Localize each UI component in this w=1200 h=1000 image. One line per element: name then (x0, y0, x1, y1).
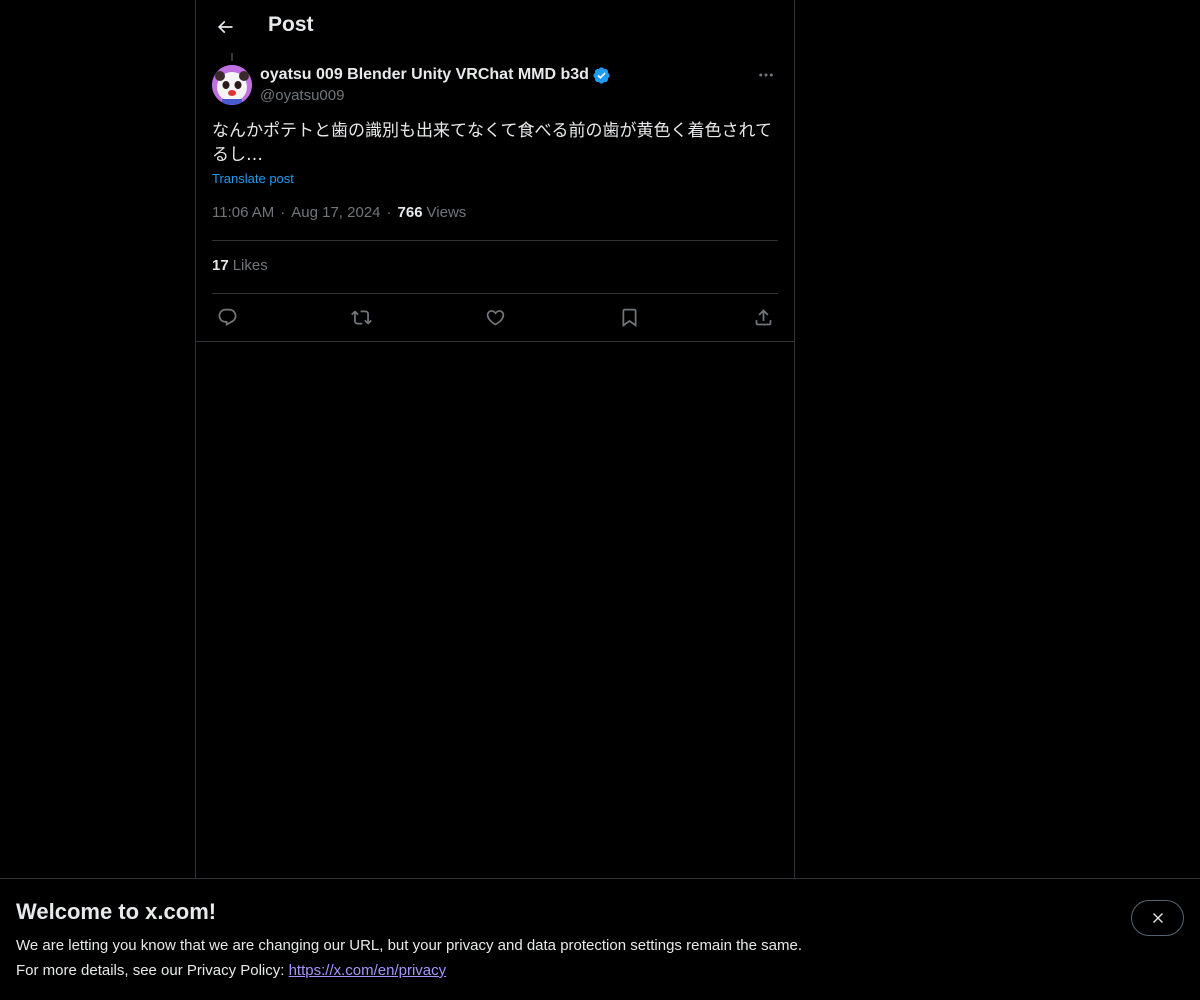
divider (196, 341, 794, 342)
privacy-policy-link[interactable]: https://x.com/en/privacy (289, 962, 447, 979)
likes-label: Likes (232, 257, 268, 274)
avatar-image (212, 65, 252, 105)
post-date[interactable]: Aug 17, 2024 (291, 204, 380, 221)
avatar[interactable] (212, 65, 252, 105)
separator-dot: · (386, 204, 392, 221)
like-icon (486, 309, 504, 326)
post-time[interactable]: 11:06 AM (212, 204, 274, 221)
more-options-button[interactable] (754, 64, 778, 86)
page-title: Post (268, 13, 314, 36)
share-icon (755, 308, 771, 325)
divider (212, 240, 778, 241)
bookmark-icon (622, 308, 636, 327)
close-icon (1152, 913, 1163, 923)
author-block: oyatsu 009 Blender Unity VRChat MMD b3d … (260, 64, 611, 106)
likes-count: 17 (212, 257, 229, 274)
share-button[interactable] (748, 305, 778, 329)
author-handle[interactable]: @oyatsu009 (260, 86, 611, 106)
primary-column: Post oyatsu 009 Blender Unity VRChat MMD… (195, 0, 795, 1000)
thread-connector (231, 53, 233, 61)
reply-button[interactable] (212, 305, 242, 329)
url-change-banner: Welcome to x.com! We are letting you kno… (0, 878, 1200, 1000)
page-header: Post (196, 0, 794, 53)
post-metadata: 11:06 AM · Aug 17, 2024 · 766 Views (212, 204, 466, 221)
post-actions-bar (212, 305, 778, 329)
bookmark-button[interactable] (614, 305, 644, 329)
author-name[interactable]: oyatsu 009 Blender Unity VRChat MMD b3d (260, 66, 589, 84)
banner-details: For more details, see our Privacy Policy… (16, 962, 446, 979)
separator-dot: · (280, 204, 286, 221)
banner-details-prefix: For more details, see our Privacy Policy… (16, 962, 289, 979)
back-button[interactable] (208, 10, 242, 44)
verified-badge-icon[interactable] (592, 66, 611, 85)
reply-icon (218, 308, 236, 326)
banner-title: Welcome to x.com! (16, 899, 217, 924)
translate-post-link[interactable]: Translate post (212, 171, 294, 186)
arrow-left-icon (217, 20, 233, 34)
likes-link[interactable]: 17 Likes (212, 257, 268, 274)
repost-icon (350, 309, 372, 325)
more-horizontal-icon (759, 73, 773, 77)
divider (212, 293, 778, 294)
banner-close-button[interactable] (1131, 900, 1184, 936)
views-label: Views (426, 204, 467, 221)
banner-message: We are letting you know that we are chan… (16, 937, 802, 954)
repost-button[interactable] (346, 305, 376, 329)
like-button[interactable] (480, 305, 510, 329)
post-text: なんかポテトと歯の識別も出来てなくて食べる前の歯が黄色く着色されてるし… (212, 121, 772, 165)
views-count: 766 (397, 204, 423, 221)
